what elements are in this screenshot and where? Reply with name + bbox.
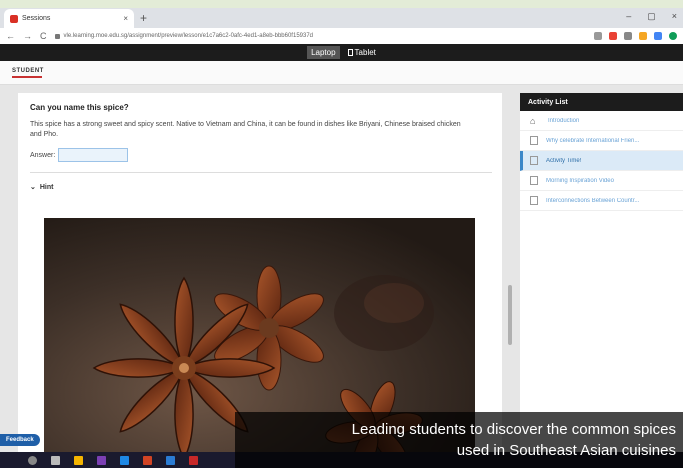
answer-input[interactable] — [58, 148, 129, 162]
app-icon[interactable] — [189, 455, 198, 465]
window-controls: – ▢ × — [626, 11, 677, 22]
tab-title: Sessions — [22, 15, 51, 22]
video-caption: Leading students to discover the common … — [235, 412, 683, 468]
url-field[interactable]: vle.learning.moe.edu.sg/assignment/previ… — [54, 33, 595, 39]
maximize-button[interactable]: ▢ — [647, 11, 656, 22]
page-scrollbar[interactable] — [508, 285, 512, 345]
answer-row: Answer: — [30, 148, 490, 162]
extension-icons — [594, 32, 677, 40]
extension-icon[interactable] — [624, 32, 632, 40]
activity-item-label: Why celebrate International Frien... — [546, 137, 640, 144]
close-window-button[interactable]: × — [672, 11, 677, 22]
activity-item-label: Morning Inspiration Video — [546, 177, 614, 184]
content-area: Can you name this spice? This spice has … — [0, 85, 683, 468]
quiz-icon — [530, 156, 538, 165]
tablet-label: Tablet — [354, 48, 376, 57]
address-bar: ← → C vle.learning.moe.edu.sg/assignment… — [0, 28, 683, 44]
app-icon[interactable] — [166, 455, 175, 465]
feedback-button[interactable]: Feedback — [0, 434, 40, 446]
activity-item-interconnections[interactable]: Interconnections Between Countr... — [520, 191, 683, 211]
question-description: This spice has a strong sweet and spicy … — [30, 121, 461, 138]
extension-icon[interactable] — [654, 32, 662, 40]
caption-line-1: Leading students to discover the common … — [351, 421, 676, 438]
site-header: STUDENT — [0, 61, 683, 85]
app-icon[interactable] — [143, 455, 152, 465]
question-title: Can you name this spice? — [30, 103, 129, 112]
hint-label: Hint — [39, 183, 54, 191]
activity-item-introduction[interactable]: ⌂ Introduction — [520, 111, 683, 131]
forward-button[interactable]: → — [23, 31, 32, 41]
app-icon[interactable] — [97, 455, 106, 465]
tablet-icon — [347, 49, 353, 57]
home-icon: ⌂ — [530, 115, 536, 126]
file-explorer-icon[interactable] — [74, 455, 83, 465]
url-text: vle.learning.moe.edu.sg/assignment/previ… — [63, 33, 314, 39]
chevron-down-icon: ⌄ — [30, 184, 36, 191]
activity-item-label: Introduction — [548, 117, 580, 124]
browser-tab[interactable]: Sessions × — [4, 9, 134, 28]
activity-item-morning-video[interactable]: Morning Inspiration Video — [520, 171, 683, 191]
activity-item-label: Activity Time! — [546, 157, 582, 164]
search-icon[interactable] — [28, 455, 37, 465]
activity-item-label: Interconnections Between Countr... — [546, 197, 640, 204]
caption-line-2: used in Southeast Asian cuisines — [456, 442, 676, 459]
video-icon — [530, 176, 538, 185]
reload-button[interactable]: C — [40, 31, 47, 41]
favicon-icon — [10, 14, 18, 23]
document-icon — [530, 136, 538, 145]
task-view-icon[interactable] — [51, 455, 60, 465]
activity-item-why-celebrate[interactable]: Why celebrate International Frien... — [520, 131, 683, 151]
extension-icon[interactable] — [639, 32, 647, 40]
sls-logo: STUDENT — [12, 68, 44, 78]
app-icon[interactable] — [120, 455, 129, 465]
back-button[interactable]: ← — [6, 31, 15, 41]
minimize-button[interactable]: – — [626, 11, 631, 22]
star-icon[interactable] — [594, 32, 602, 40]
lock-icon — [54, 33, 60, 39]
document-icon — [530, 196, 538, 205]
tab-close-icon[interactable]: × — [123, 14, 128, 23]
activity-list-title: Activity List — [520, 93, 683, 111]
divider — [30, 172, 492, 173]
device-switch-bar: Laptop Tablet — [0, 44, 683, 61]
tablet-view-button[interactable]: Tablet — [347, 48, 376, 57]
profile-avatar[interactable] — [669, 32, 677, 40]
laptop-view-button[interactable]: Laptop — [307, 46, 340, 59]
hint-toggle[interactable]: ⌄ Hint — [30, 183, 490, 192]
new-tab-button[interactable]: + — [140, 11, 147, 25]
extension-icon[interactable] — [609, 32, 617, 40]
answer-label: Answer: — [30, 151, 56, 159]
activity-item-activity-time[interactable]: Activity Time! — [520, 151, 683, 171]
browser-tab-bar: Sessions × + – ▢ × — [0, 8, 683, 28]
